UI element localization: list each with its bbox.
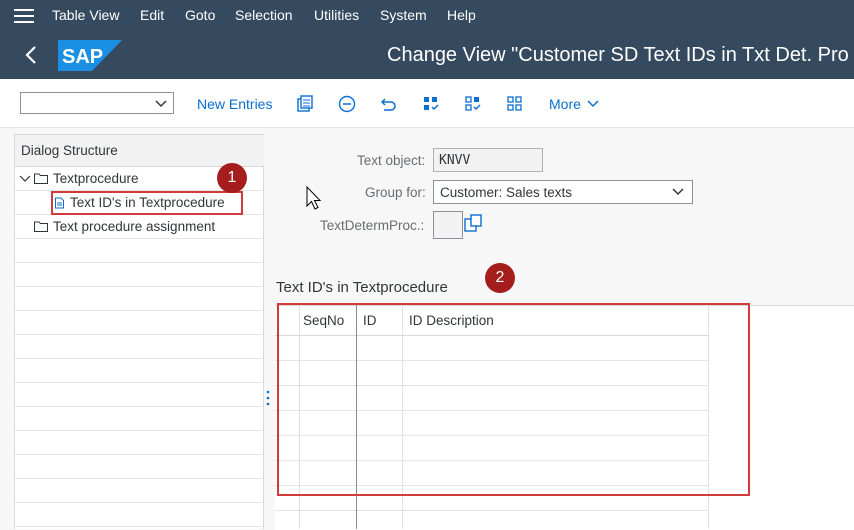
chevron-down-icon[interactable] xyxy=(587,98,599,110)
back-arrow-icon[interactable] xyxy=(22,44,42,66)
tree-item-text-procedure-assignment[interactable]: Text procedure assignment xyxy=(53,219,215,234)
more-button[interactable]: More xyxy=(549,96,581,112)
tree-row xyxy=(15,335,264,359)
chevron-down-icon xyxy=(672,188,684,196)
copy-icon[interactable] xyxy=(295,94,315,114)
dialog-structure-title: Dialog Structure xyxy=(21,143,118,158)
highlight-box-2 xyxy=(277,303,750,496)
menu-goto[interactable]: Goto xyxy=(185,7,215,23)
text-object-field: KNVV xyxy=(433,148,543,172)
tree-row xyxy=(15,359,264,383)
folder-open-icon xyxy=(34,173,48,184)
folder-icon xyxy=(34,221,48,232)
select-all-icon[interactable] xyxy=(421,94,441,114)
command-field[interactable] xyxy=(20,92,174,114)
tree-row xyxy=(15,407,264,431)
menu-help[interactable]: Help xyxy=(447,7,476,23)
tree-row xyxy=(15,239,264,263)
mouse-cursor-icon xyxy=(306,186,322,210)
callout-badge-1: 1 xyxy=(217,163,247,193)
tree-row xyxy=(15,263,264,287)
tree-row xyxy=(15,383,264,407)
menu-edit[interactable]: Edit xyxy=(140,7,164,23)
table-title: Text ID's in Textprocedure xyxy=(276,279,448,296)
deselect-all-icon[interactable] xyxy=(505,94,525,114)
group-for-select[interactable]: Customer: Sales texts xyxy=(433,180,693,204)
tree-row xyxy=(15,287,264,311)
tree-item-textprocedure[interactable]: Textprocedure xyxy=(53,171,139,186)
tree-row xyxy=(15,479,264,503)
delete-icon[interactable] xyxy=(337,94,357,114)
hamburger-menu-icon[interactable] xyxy=(14,9,34,23)
group-for-value: Customer: Sales texts xyxy=(440,185,573,200)
tree-row xyxy=(15,311,264,335)
menu-utilities[interactable]: Utilities xyxy=(314,7,359,23)
menu-system[interactable]: System xyxy=(380,7,427,23)
select-block-icon[interactable] xyxy=(463,94,483,114)
page-title: Change View "Customer SD Text IDs in Txt… xyxy=(387,44,849,66)
chevron-down-icon xyxy=(155,100,167,108)
textdeterm-field[interactable] xyxy=(433,211,463,239)
textdeterm-label: TextDetermProc.: xyxy=(320,218,425,233)
menu-bar: Table View Edit Goto Selection Utilities… xyxy=(0,0,854,31)
tree-row xyxy=(15,431,264,455)
tree-expand-chevron-icon[interactable] xyxy=(19,174,31,184)
highlight-box-1 xyxy=(51,191,243,215)
new-entries-button[interactable]: New Entries xyxy=(197,96,272,112)
svg-text:SAP: SAP xyxy=(62,46,103,68)
tree-row xyxy=(15,455,264,479)
sap-logo: SAP xyxy=(58,40,122,71)
menu-selection[interactable]: Selection xyxy=(235,7,293,23)
value-help-icon[interactable] xyxy=(464,213,484,235)
callout-badge-2: 2 xyxy=(485,263,515,293)
text-object-label: Text object: xyxy=(357,153,426,168)
undo-icon[interactable] xyxy=(379,94,399,114)
group-for-label: Group for: xyxy=(365,185,426,200)
table-row-divider xyxy=(275,510,709,511)
menu-table-view[interactable]: Table View xyxy=(52,7,119,23)
tree-row xyxy=(15,503,264,527)
splitter-handle[interactable] xyxy=(266,389,270,407)
dialog-structure-header: Dialog Structure xyxy=(15,135,264,167)
